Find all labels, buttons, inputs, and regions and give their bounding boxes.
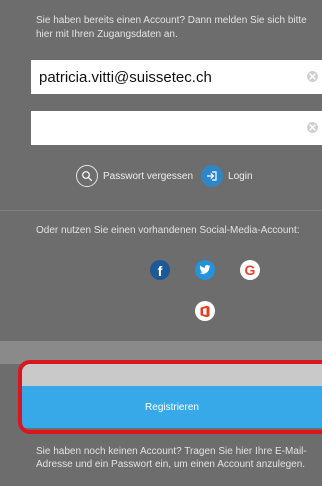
twitter-icon[interactable] xyxy=(195,260,215,280)
close-icon xyxy=(309,73,316,80)
magnifier-icon xyxy=(76,165,98,187)
login-icon xyxy=(201,165,224,187)
register-separator xyxy=(22,364,322,386)
password-field[interactable] xyxy=(31,111,322,145)
section-divider xyxy=(0,210,322,211)
clear-email-button[interactable] xyxy=(307,71,318,82)
register-button[interactable]: Registrieren xyxy=(22,386,322,428)
office-icon[interactable] xyxy=(195,301,215,321)
login-actions: Passwort vergessen Login xyxy=(76,164,253,188)
close-icon xyxy=(309,124,316,131)
login-intro-text: Sie haben bereits einen Account? Dann me… xyxy=(36,15,307,40)
login-screen: Sie haben bereits einen Account? Dann me… xyxy=(0,0,322,486)
spacer-band xyxy=(0,341,322,364)
login-label: Login xyxy=(228,170,253,182)
email-input[interactable] xyxy=(31,60,291,94)
google-icon[interactable]: G xyxy=(240,260,260,280)
clear-password-button[interactable] xyxy=(307,122,318,133)
password-input[interactable] xyxy=(31,111,291,145)
facebook-icon[interactable]: f xyxy=(150,260,170,280)
login-button[interactable]: Login xyxy=(201,165,253,187)
forgot-password-link[interactable]: Passwort vergessen xyxy=(76,165,193,187)
register-info-text: Sie haben noch keinen Account? Tragen Si… xyxy=(36,446,307,470)
social-login-text: Oder nutzen Sie einen vorhandenen Social… xyxy=(36,225,300,236)
forgot-password-label: Passwort vergessen xyxy=(103,170,194,182)
email-field[interactable] xyxy=(31,60,322,94)
